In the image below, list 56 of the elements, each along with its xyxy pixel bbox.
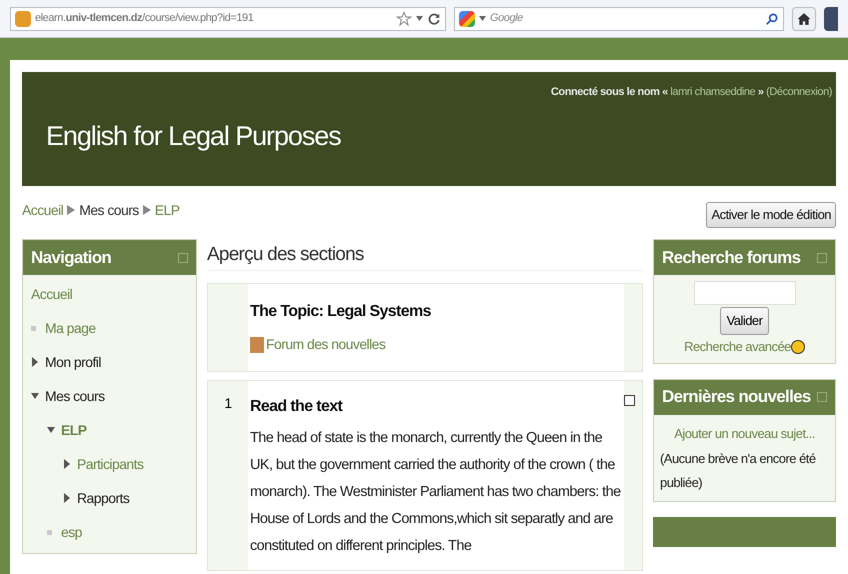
nav-link[interactable]: Rapports [77,488,130,508]
star-icon[interactable] [396,10,412,26]
bullet-icon [31,326,36,330]
block-title: Dernières nouvelles [662,386,811,408]
nav-link[interactable]: ELP [61,420,87,440]
nav-link[interactable]: Participants [77,454,144,474]
help-icon[interactable] [790,340,805,354]
breadcrumb-link[interactable]: ELP [154,200,180,220]
advanced-search-link[interactable]: Recherche avancée [684,337,791,356]
no-news-text: (Aucune brève n'a encore été publiée) [660,450,817,492]
nav-link[interactable]: esp [61,522,82,542]
edit-mode-button[interactable]: Activer le mode édition [706,202,836,228]
forum-link[interactable]: Forum des nouvelles [266,334,386,355]
forum-search-field[interactable] [694,281,796,305]
submit-button[interactable]: Valider [720,307,770,335]
bullet-icon [47,530,52,534]
home-icon [797,12,811,26]
search-engine-icon [459,10,475,26]
collapsed-triangle-icon[interactable] [63,493,71,503]
search-input[interactable]: Google [490,10,761,27]
nav-link[interactable]: Mon profil [45,352,101,372]
section-title: The Topic: Legal Systems [250,302,432,322]
breadcrumb-link[interactable]: Accueil [22,200,64,220]
forum-icon [250,336,264,352]
logout-link[interactable]: (Déconnexion) [766,86,832,98]
page-heading: Aperçu des sections [207,239,643,271]
bookmarks-button[interactable] [824,6,838,30]
expanded-triangle-icon[interactable] [31,391,39,401]
course-title: English for Legal Purposes [46,120,341,153]
caret-icon[interactable] [479,16,486,21]
login-info: Connecté sous le nom « lamri chamseddine » (Déconnexion) [550,85,832,100]
home-button[interactable] [792,6,816,30]
search-field[interactable]: Google [454,6,784,30]
nav-link[interactable]: Ma page [45,318,96,338]
reload-icon[interactable] [427,12,441,26]
checkbox[interactable] [624,395,635,406]
separator-triangle-icon [67,205,76,215]
nav-link[interactable]: Accueil [31,284,72,304]
breadcrumb-link[interactable]: Mes cours [79,200,139,220]
separator-triangle-icon [142,205,151,215]
add-topic-link[interactable]: Ajouter un nouveau sujet... [660,420,829,446]
expanded-triangle-icon[interactable] [47,425,55,435]
site-logo-icon [15,10,31,26]
nav-link[interactable]: Mes cours [45,386,105,406]
collapsed-triangle-icon[interactable] [31,357,39,367]
address-bar[interactable]: elearn.univ-tlemcen.dz/course/view.php?id=191 [10,6,446,30]
block-title: Recherche forums [662,246,800,269]
user-link[interactable]: lamri chamseddine [670,86,756,98]
url-text: elearn.univ-tlemcen.dz/course/view.php?id=191 [35,11,254,26]
search-icon[interactable] [765,12,779,26]
caret-icon[interactable] [416,16,423,21]
section-number: 1 [223,394,233,413]
collapsed-triangle-icon[interactable] [63,459,71,469]
section-text: The head of state is the monarch, currently the Queen in the UK, but the government carried the authority of the crown ( the monarch). The Westminister Parliament has two chambers: the House of Lords and the Commons,which sit separatly and are constituted on different principles. The [250,429,622,556]
block-title: Navigation [31,246,112,269]
section-title: Read the text [250,397,344,417]
